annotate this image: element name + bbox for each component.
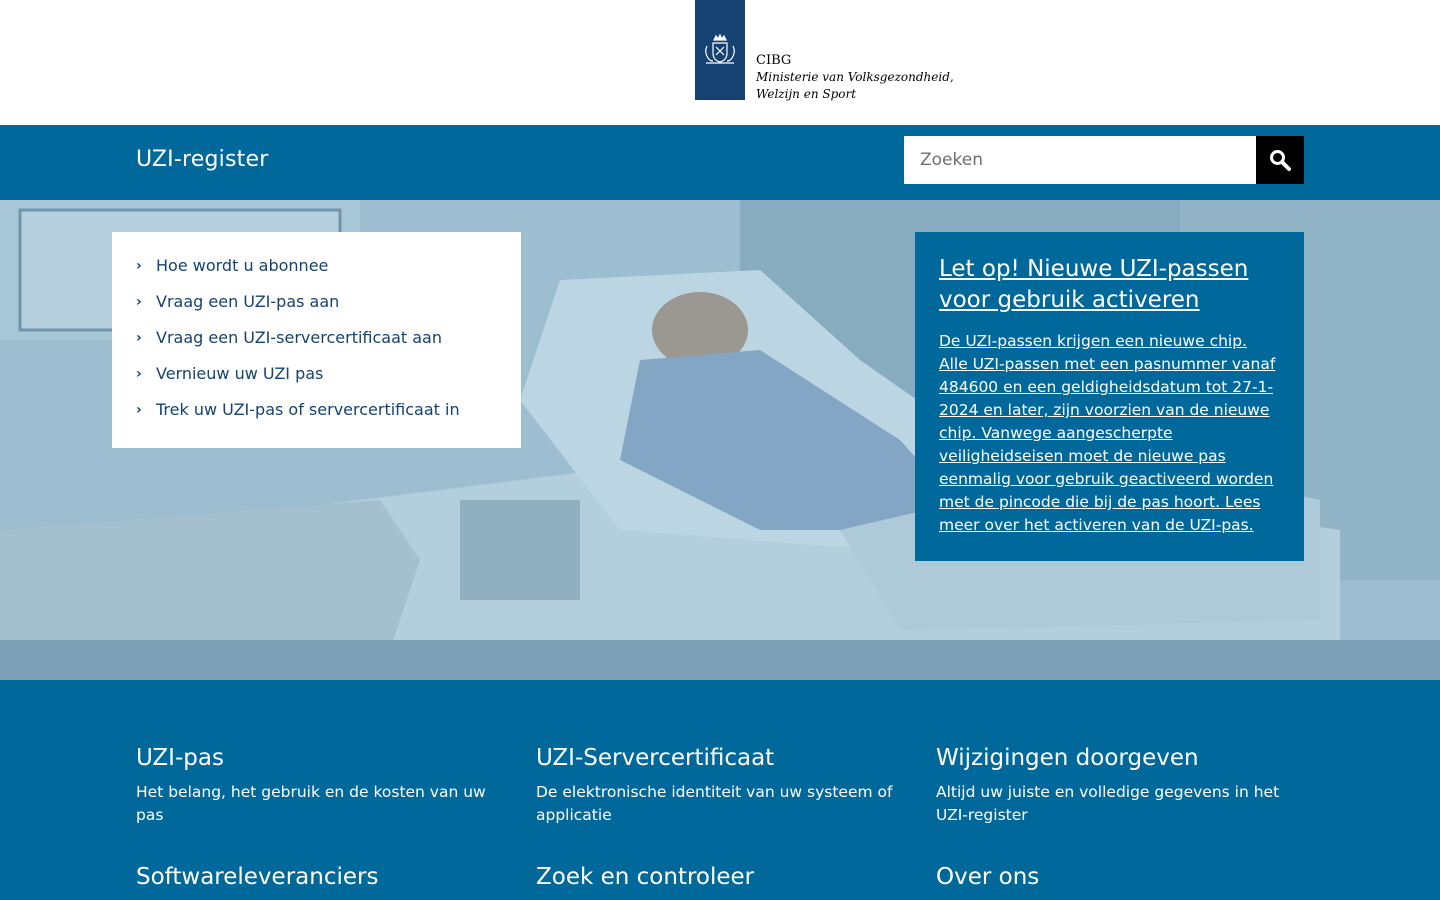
logo-text: CIBG Ministerie van Volksgezondheid, Wel… (756, 52, 954, 103)
organization-name: CIBG (756, 53, 792, 68)
tile-softwareleveranciers[interactable]: Softwareleveranciers (136, 862, 506, 900)
tile-zoek-en-controleer[interactable]: Zoek en controleer (536, 862, 906, 900)
ministry-name-line1: Ministerie van Volksgezondheid, (756, 70, 954, 84)
chevron-right-icon: › (136, 366, 142, 382)
quicklink-uzi-pas-aanvragen[interactable]: Vraag een UZI-pas aan (156, 290, 339, 314)
chevron-right-icon: › (136, 330, 142, 346)
quicklink-uzi-pas-vernieuwen[interactable]: Vernieuw uw UZI pas (156, 362, 323, 386)
tile-wijzigingen-doorgeven[interactable]: Wijzigingen doorgeven Altijd uw juiste e… (936, 743, 1306, 827)
notice-body-link[interactable]: De UZI-passen krijgen een nieuwe chip. A… (939, 330, 1280, 537)
tile-description: Altijd uw juiste en volledige gegevens i… (936, 783, 1280, 824)
ministry-name-line2: Welzijn en Sport (756, 87, 857, 101)
tile-title: UZI-pas (136, 745, 224, 771)
chevron-right-icon: › (136, 402, 142, 418)
tile-title: Over ons (936, 864, 1040, 890)
logo-bar: CIBG Ministerie van Volksgezondheid, Wel… (0, 0, 1440, 125)
list-item: › Vraag een UZI-servercertificaat aan (136, 326, 521, 362)
notice-panel: Let op! Nieuwe UZI-passen voor gebruik a… (915, 232, 1304, 561)
list-item: › Vraag een UZI-pas aan (136, 290, 521, 326)
search-button[interactable] (1256, 136, 1304, 184)
list-item: › Trek uw UZI-pas of servercertificaat i… (136, 398, 521, 434)
tile-title: Zoek en controleer (536, 864, 755, 890)
search-icon (1270, 150, 1291, 171)
quicklinks-panel: › Hoe wordt u abonnee › Vraag een UZI-pa… (112, 232, 521, 448)
tile-over-ons[interactable]: Over ons (936, 862, 1306, 900)
tile-title: UZI-Servercertificaat (536, 745, 775, 771)
tile-uzi-servercertificaat[interactable]: UZI-Servercertificaat De elektronische i… (536, 743, 906, 827)
list-item: › Vernieuw uw UZI pas (136, 362, 521, 398)
tile-description: Het belang, het gebruik en de kosten van… (136, 783, 486, 824)
logo-link[interactable] (695, 0, 745, 100)
quicklink-servercertificaat-aanvragen[interactable]: Vraag een UZI-servercertificaat aan (156, 326, 442, 350)
chevron-right-icon: › (136, 258, 142, 274)
quicklinks-list: › Hoe wordt u abonnee › Vraag een UZI-pa… (136, 254, 521, 434)
chevron-right-icon: › (136, 294, 142, 310)
tile-description: De elektronische identiteit van uw syste… (536, 783, 893, 824)
tile-uzi-pas[interactable]: UZI-pas Het belang, het gebruik en de ko… (136, 743, 506, 827)
tile-title: Wijzigingen doorgeven (936, 745, 1199, 771)
tile-title: Softwareleveranciers (136, 864, 379, 890)
list-item: › Hoe wordt u abonnee (136, 254, 521, 290)
site-title[interactable]: UZI-register (136, 147, 268, 172)
quicklink-intrekken[interactable]: Trek uw UZI-pas of servercertificaat in (156, 398, 460, 422)
quicklink-abonnee[interactable]: Hoe wordt u abonnee (156, 254, 328, 278)
royal-coat-of-arms-icon (705, 33, 735, 64)
search-input[interactable] (904, 136, 1256, 184)
notice-title-link[interactable]: Let op! Nieuwe UZI-passen voor gebruik a… (939, 254, 1280, 316)
